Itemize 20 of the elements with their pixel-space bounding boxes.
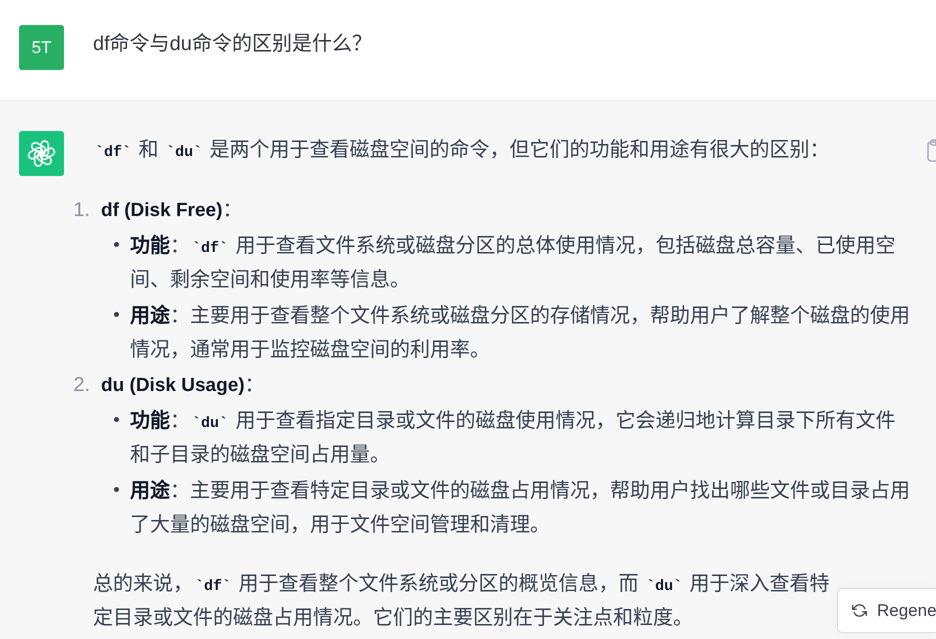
paragraph: `df` 和 `du` 是两个用于查看磁盘空间的命令，但它们的功能和用途有很大的区别：	[94, 138, 831, 163]
bullet-dot-icon	[114, 312, 119, 317]
list-item-title: du (Disk Usage)：	[101, 373, 266, 398]
bullet-dot-icon	[114, 487, 119, 492]
bullet-text: 功能：`du` 用于查看指定目录或文件的磁盘使用情况，它会递归地计算目录下所有文件和子目录的磁盘空间占用量。	[130, 408, 897, 468]
user-avatar: 5T	[19, 25, 64, 70]
paragraph: 总的来说，`df` 用于查看整个文件系统或分区的概览信息，而 `du` 用于深入查看特定目录或文件的磁盘占用情况。它们的主要区别在于关注点和粒度。	[93, 572, 831, 631]
list-number: 1.	[73, 198, 91, 223]
list-item-title: df (Disk Free)：	[101, 198, 244, 223]
clipboard-icon[interactable]	[926, 138, 936, 162]
regenerate-button[interactable]: Regene	[837, 588, 936, 633]
knot-avatar-icon	[19, 131, 64, 176]
refresh-icon	[852, 603, 867, 618]
bullet-text: 功能：`df` 用于查看文件系统或磁盘分区的总体使用情况，包括磁盘总容量、已使用空间、剩余空间和使用率等信息。	[130, 234, 897, 293]
bullet-text: 用途：主要用于查看特定目录或文件的磁盘占用情况，帮助用户找出哪些文件或目录占用了大量的磁盘空间，用于文件空间管理和清理。	[130, 478, 911, 538]
bullet-dot-icon	[114, 417, 119, 422]
user-message-text: df命令与du命令的区别是什么？	[93, 32, 372, 57]
bullet-text: 用途：主要用于查看整个文件系统或磁盘分区的存储情况，帮助用户了解整个磁盘的使用情况，通常用于监控磁盘空间的利用率。	[130, 304, 911, 363]
list-number: 2.	[73, 373, 91, 398]
bullet-dot-icon	[114, 242, 119, 247]
